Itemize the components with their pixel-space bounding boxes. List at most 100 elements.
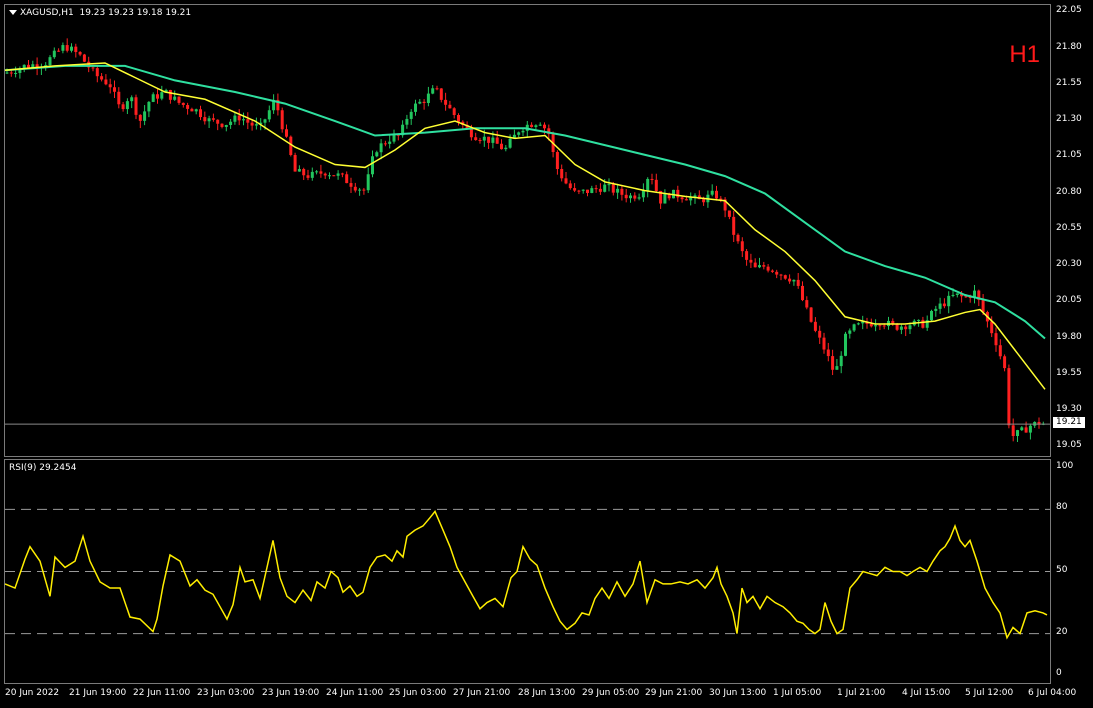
candle-body [616,188,620,193]
candle-body [409,111,413,119]
candle-body [818,330,822,338]
price-tick-label: 21.80 [1056,41,1082,52]
candle-body [392,134,396,142]
candle-body [439,88,443,100]
time-tick-label: 29 Jun 05:00 [582,688,640,698]
candle-body [229,121,233,125]
candle-body [758,265,761,268]
candle-body [1024,427,1028,433]
candle-body [560,168,564,179]
price-tick-label: 20.05 [1056,295,1082,306]
price-tick-label: 20.30 [1056,259,1082,270]
candle-body [216,119,220,124]
candle-body [990,321,994,334]
candle-body [156,94,159,99]
candle-body [603,184,607,192]
candle-body [220,123,224,127]
candle-body [508,138,512,148]
candle-body [323,173,327,176]
time-tick-label: 4 Jul 15:00 [902,688,951,698]
candle-body [530,124,534,128]
price-chart-pane[interactable]: XAGUSD,H1 19.23 19.23 19.18 19.21 H1 [4,4,1051,457]
candle-body [100,76,104,80]
candle-body [297,169,301,172]
rsi-line [4,510,1048,640]
candle-body [607,184,611,186]
candle-body [805,300,809,308]
candle-body [452,108,456,116]
candle-body [844,333,847,356]
candle-body [74,46,78,53]
time-tick-label: 23 Jun 03:00 [197,688,255,698]
candle-body [938,303,942,309]
candle-body [263,119,267,123]
current-price-label: 19.21 [1053,417,1085,429]
candle-body [310,171,314,178]
candle-body [598,188,602,192]
candle-body [14,72,18,74]
candle-body [478,140,482,142]
candle-body [340,173,344,175]
candle-body [788,278,792,282]
candle-body [577,190,581,192]
candle-body [315,171,319,173]
price-chart[interactable] [4,5,1050,456]
rsi-tick-label: 80 [1056,502,1068,513]
candle-body [82,54,86,62]
candle-body [52,50,56,58]
candle-body [702,199,706,203]
time-tick-label: 27 Jun 21:00 [453,688,511,698]
candle-body [358,189,362,191]
candle-body [517,132,521,135]
candle-body [1028,425,1032,433]
candle-body [482,136,486,141]
candle-body [942,303,946,307]
rsi-pane[interactable]: RSI(9) 29.2454 [4,459,1051,684]
candle-body [302,169,306,176]
candle-body [826,349,830,357]
candle-body [792,279,796,282]
candle-body [280,110,284,130]
candle-body [306,175,310,178]
candle-body [435,88,439,90]
candle-body [951,294,955,296]
candle-body [27,64,30,68]
candle-body [5,72,9,74]
candle-body [947,295,951,307]
rsi-tick-label: 20 [1056,626,1068,637]
candle-body [104,79,108,85]
candle-body [207,118,211,122]
candle-body [375,152,379,157]
candle-body [573,188,577,191]
candle-body [233,115,237,122]
candle-body [371,156,374,175]
rsi-chart[interactable] [4,460,1050,683]
time-tick-label: 30 Jun 13:00 [709,688,767,698]
candle-body [108,84,112,88]
candle-body [839,355,843,367]
candle-body [813,321,817,331]
candle-body [500,143,503,150]
candle-body [809,307,813,322]
price-tick-label: 19.30 [1056,404,1082,415]
candle-body [874,325,878,327]
candle-body [388,141,392,144]
candle-body [190,108,194,112]
candle-body [1020,427,1024,431]
candle-body [1016,430,1019,437]
candle-body [9,72,13,74]
candle-body [250,122,254,126]
candle-body [856,323,860,325]
candle-body [224,124,228,127]
candle-body [775,271,779,275]
candle-body [336,173,340,176]
candle-body [168,89,172,100]
candle-body [633,195,637,199]
price-tick-label: 19.55 [1056,367,1082,378]
candle-body [594,188,598,190]
candle-body [848,330,852,334]
candle-body [762,265,766,267]
candle-body [564,178,568,184]
candle-body [328,175,331,177]
candle-body [719,198,723,200]
